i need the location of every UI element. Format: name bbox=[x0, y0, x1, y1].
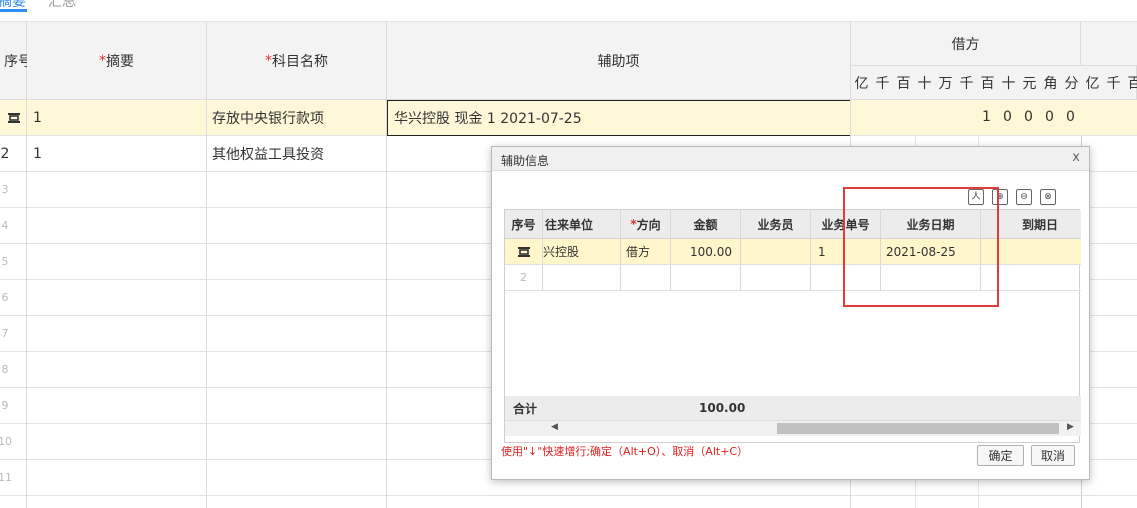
row-account[interactable]: 其他权益工具投资 bbox=[212, 136, 324, 171]
aux-sum-row: 合计 100.00 bbox=[505, 396, 1081, 420]
aux-info-dialog: 辅助信息 x 人 ⊕ ⊖ ⊗ 序号 往来单位 * 方向 金额 业务员 业务单号 业… bbox=[491, 146, 1090, 480]
digit-unit-label: 百 bbox=[1127, 75, 1137, 92]
digit-unit-label: 百 bbox=[896, 75, 911, 92]
cell-due[interactable] bbox=[999, 265, 1081, 290]
header-summary: * 摘要 bbox=[27, 22, 207, 100]
row-number: 10 bbox=[0, 435, 12, 448]
row-number: 9 bbox=[1, 399, 9, 412]
amount-digit: 0 bbox=[1003, 109, 1012, 125]
row-number: 7 bbox=[1, 327, 9, 340]
grid-line bbox=[206, 100, 207, 508]
row-number: 3 bbox=[1, 183, 9, 196]
row-edit-icon[interactable] bbox=[0, 100, 27, 135]
close-icon[interactable]: x bbox=[1072, 150, 1080, 165]
cell-unit[interactable]: 兴控股 bbox=[543, 239, 621, 264]
digit-unit-label: 元 bbox=[1022, 75, 1037, 92]
sum-value: 100.00 bbox=[699, 401, 746, 415]
delete-row-icon[interactable]: ⊗ bbox=[1040, 189, 1056, 205]
row-summary[interactable]: 1 bbox=[33, 100, 42, 135]
row-number: 11 bbox=[0, 471, 12, 484]
header-debit: 借方 bbox=[851, 22, 1081, 66]
cell-direction[interactable] bbox=[621, 265, 671, 290]
cell-direction[interactable]: 借方 bbox=[621, 239, 671, 264]
col-seq: 序号 bbox=[505, 210, 543, 238]
highlight-box bbox=[843, 187, 999, 307]
row-number: 5 bbox=[1, 255, 9, 268]
row-edit-icon[interactable] bbox=[505, 239, 543, 264]
header-credit-top bbox=[1081, 22, 1137, 66]
amount-digit: 0 bbox=[1066, 109, 1075, 125]
row-number: 8 bbox=[1, 363, 9, 376]
header-digit-units: 亿千百十万千百十元角分亿千百 bbox=[851, 66, 1137, 100]
col-direction: * 方向 bbox=[621, 210, 671, 238]
amount-digit: 0 bbox=[1045, 109, 1054, 125]
table-row[interactable]: 1 存放中央银行款项 华兴控股 现金 1 2021-07-25 10000 bbox=[0, 100, 1137, 136]
cell-unit[interactable] bbox=[543, 265, 621, 290]
digit-unit-label: 百 bbox=[980, 75, 995, 92]
row-number: 2 bbox=[0, 145, 10, 162]
scroll-right-icon[interactable]: ▶ bbox=[1067, 422, 1074, 432]
dialog-titlebar: 辅助信息 x bbox=[492, 147, 1089, 171]
row-aux-field[interactable]: 华兴控股 现金 1 2021-07-25 bbox=[387, 100, 851, 136]
row-debit-amount: 10000 bbox=[976, 109, 1081, 125]
cell-amount[interactable] bbox=[671, 265, 741, 290]
tab-underline bbox=[0, 9, 27, 12]
scrollbar-thumb[interactable] bbox=[777, 423, 1059, 434]
amount-digit: 1 bbox=[982, 109, 991, 125]
sum-label: 合计 bbox=[513, 401, 538, 416]
tab-summary[interactable]: 汇总 bbox=[48, 0, 76, 11]
horizontal-scrollbar[interactable]: ◀ ▶ bbox=[505, 420, 1081, 436]
header-seq: 序号 bbox=[0, 22, 32, 100]
cell-staff[interactable] bbox=[741, 239, 811, 264]
tab-strip: 摘要 汇总 bbox=[0, 0, 1137, 22]
digit-unit-label: 角 bbox=[1043, 75, 1058, 92]
digit-unit-label: 十 bbox=[917, 75, 932, 92]
grid-line bbox=[26, 100, 27, 508]
digit-unit-label: 亿 bbox=[854, 75, 869, 92]
cancel-button[interactable]: 取消 bbox=[1031, 445, 1075, 466]
copy-row-icon[interactable]: ⊖ bbox=[1016, 189, 1032, 205]
digit-unit-label: 万 bbox=[938, 75, 953, 92]
col-due: 到期日 bbox=[1021, 217, 1058, 232]
digit-unit-label: 千 bbox=[1106, 75, 1121, 92]
row-number: 6 bbox=[1, 291, 9, 304]
row-account[interactable]: 存放中央银行款项 bbox=[212, 100, 324, 135]
grid-line bbox=[386, 100, 387, 508]
dialog-hint: 使用"↓"快速增行;确定（Alt+O）、取消（Alt+C） bbox=[501, 445, 749, 458]
digit-unit-label: 分 bbox=[1064, 75, 1079, 92]
scroll-left-icon[interactable]: ◀ bbox=[551, 422, 558, 432]
col-staff: 业务员 bbox=[741, 210, 811, 238]
ok-button[interactable]: 确定 bbox=[977, 445, 1024, 466]
col-amount: 金额 bbox=[671, 210, 741, 238]
digit-unit-label: 亿 bbox=[1085, 75, 1100, 92]
digit-unit-label: 十 bbox=[1001, 75, 1016, 92]
header-aux: 辅助项 bbox=[387, 22, 851, 100]
digit-unit-label: 千 bbox=[959, 75, 974, 92]
row-number: 2 bbox=[505, 265, 543, 290]
header-account: * 科目名称 bbox=[207, 22, 387, 100]
row-number: 4 bbox=[1, 219, 9, 232]
cell-staff[interactable] bbox=[741, 265, 811, 290]
digit-unit-label: 千 bbox=[875, 75, 890, 92]
row-summary[interactable]: 1 bbox=[33, 136, 42, 171]
amount-digit: 0 bbox=[1024, 109, 1033, 125]
cell-amount[interactable]: 100.00 bbox=[671, 239, 741, 264]
cell-due[interactable] bbox=[999, 239, 1081, 264]
col-unit: 往来单位 bbox=[543, 210, 621, 238]
dialog-title: 辅助信息 bbox=[501, 154, 550, 168]
